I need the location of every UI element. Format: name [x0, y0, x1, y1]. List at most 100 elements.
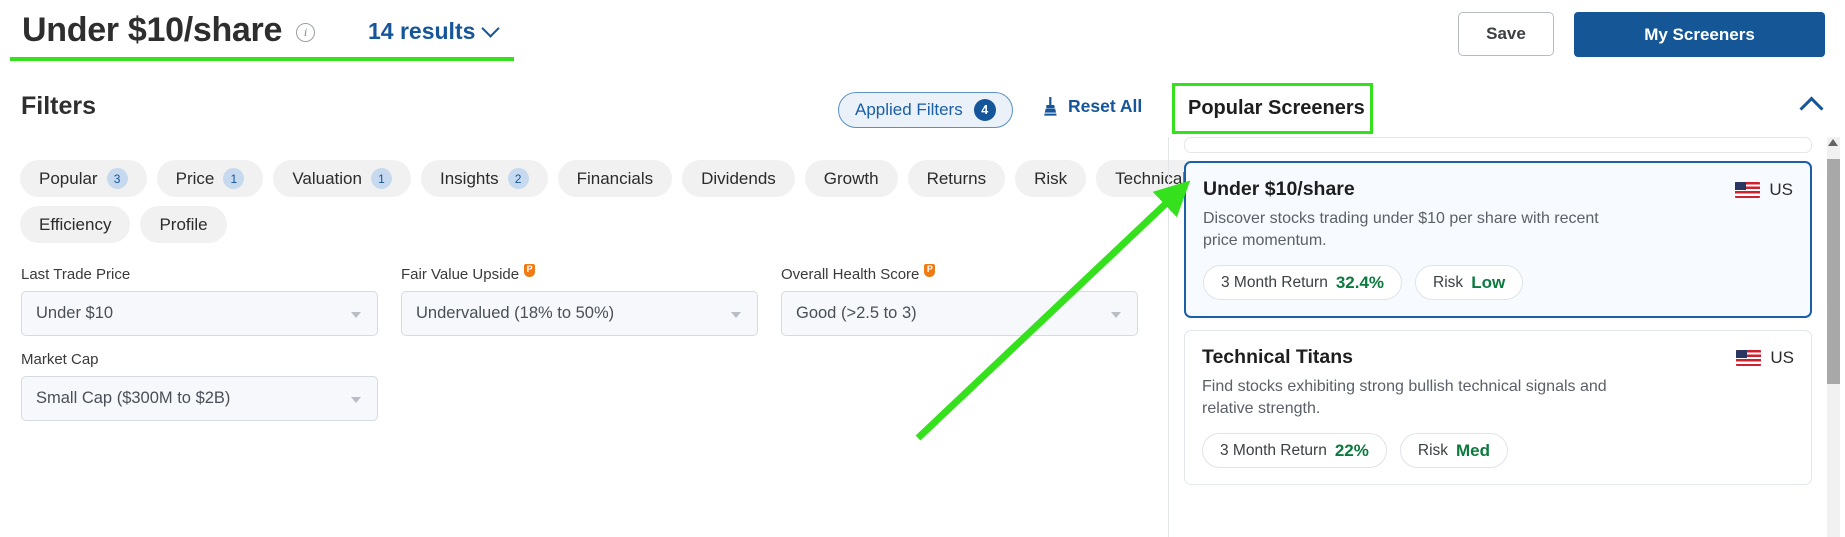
reset-all-button[interactable]: Reset All: [1042, 96, 1142, 117]
filter-pill-efficiency[interactable]: Efficiency: [20, 206, 131, 243]
pill-label: Dividends: [701, 168, 776, 188]
screener-card-under-10-share[interactable]: Under $10/share US Discover stocks tradi…: [1184, 161, 1812, 318]
pill-count: 2: [507, 168, 529, 189]
overall-health-score-select[interactable]: Good (>2.5 to 3): [781, 291, 1138, 336]
scroll-up-arrow-icon[interactable]: [1828, 139, 1838, 146]
field-market-cap: Market Cap Small Cap ($300M to $2B): [21, 350, 378, 421]
filters-heading: Filters: [21, 92, 97, 120]
filter-pill-row: Efficiency Profile: [20, 206, 1160, 243]
scrollbar-thumb[interactable]: [1827, 159, 1840, 384]
filter-pill-price[interactable]: Price 1: [156, 160, 264, 197]
pill-label: Valuation: [292, 168, 362, 188]
reset-all-label: Reset All: [1068, 96, 1143, 116]
fair-value-upside-select[interactable]: Undervalued (18% to 50%): [401, 291, 758, 336]
title-group: Under $10/share i: [22, 8, 316, 52]
filter-pill-financials[interactable]: Financials: [557, 160, 673, 197]
us-flag-icon: [1736, 349, 1762, 366]
pill-count: 1: [370, 168, 392, 189]
filter-fields: Last Trade Price Under $10 Fair Value Up…: [21, 263, 1161, 435]
results-count-dropdown[interactable]: 14 results: [368, 18, 501, 45]
pill-label: Popular: [39, 168, 98, 188]
us-flag-icon: [1735, 181, 1761, 198]
market-cap-select[interactable]: Small Cap ($300M to $2B): [21, 376, 378, 421]
field-label: Fair Value Upside P: [401, 263, 758, 283]
chip-risk: Risk Med: [1399, 433, 1509, 468]
filter-pill-risk[interactable]: Risk: [1015, 160, 1087, 197]
select-value: Under $10: [36, 304, 114, 322]
premium-badge-icon: P: [924, 263, 936, 277]
pill-label: Profile: [159, 214, 208, 234]
filter-pill-profile[interactable]: Profile: [140, 206, 227, 243]
last-trade-price-select[interactable]: Under $10: [21, 291, 378, 336]
page-title: Under $10/share: [22, 11, 283, 49]
caret-down-icon: [731, 312, 741, 318]
pill-label: Risk: [1034, 168, 1068, 188]
card-description: Find stocks exhibiting strong bullish te…: [1202, 378, 1607, 417]
save-button[interactable]: Save: [1458, 12, 1554, 56]
select-value: Good (>2.5 to 3): [796, 304, 917, 322]
card-metric-chips: 3 Month Return 32.4% Risk Low: [1203, 265, 1793, 300]
chip-three-month-return: 3 Month Return 32.4%: [1203, 265, 1403, 300]
applied-filters-label: Applied Filters: [855, 100, 963, 119]
chip-label: 3 Month Return: [1221, 273, 1328, 291]
field-label-text: Market Cap: [21, 350, 99, 368]
filter-pill-returns[interactable]: Returns: [907, 160, 1006, 197]
filter-pill-valuation[interactable]: Valuation 1: [273, 160, 411, 197]
premium-badge-icon: P: [524, 263, 536, 277]
card-header: Under $10/share US: [1203, 178, 1793, 201]
filter-field-row: Last Trade Price Under $10 Fair Value Up…: [21, 263, 1161, 336]
filter-pill-row: Popular 3 Price 1 Valuation 1 Insights 2…: [20, 160, 1206, 197]
field-label-text: Last Trade Price: [21, 265, 131, 283]
field-overall-health-score: Overall Health Score P Good (>2.5 to 3): [781, 263, 1138, 336]
filters-toolbar: Filters Applied Filters 4 Reset All Popu…: [0, 82, 1845, 134]
field-label: Market Cap: [21, 350, 378, 368]
applied-filters-button[interactable]: Applied Filters 4: [838, 92, 1013, 128]
chevron-down-icon: [481, 19, 501, 38]
chip-label: 3 Month Return: [1220, 441, 1327, 459]
popular-screeners-label: Popular Screeners: [1188, 97, 1365, 119]
pill-label: Insights: [439, 168, 499, 188]
pill-label: Efficiency: [39, 214, 112, 234]
card-title: Under $10/share: [1203, 178, 1355, 200]
pill-label: Growth: [823, 168, 879, 188]
filter-field-row: Market Cap Small Cap ($300M to $2B): [21, 350, 1161, 421]
screener-card-technical-titans[interactable]: Technical Titans US Find stocks exhibiti…: [1184, 330, 1812, 485]
pill-label: Returns: [926, 168, 987, 188]
select-value: Undervalued (18% to 50%): [416, 304, 615, 322]
chip-value: 32.4%: [1335, 272, 1385, 292]
filter-pill-dividends[interactable]: Dividends: [682, 160, 795, 197]
card-region: US: [1736, 348, 1794, 368]
card-metric-chips: 3 Month Return 22% Risk Med: [1202, 433, 1794, 468]
flag-canton: [1736, 349, 1748, 359]
page-header: Under $10/share i 14 results Save My Scr…: [0, 0, 1845, 68]
results-count-label: 14 results: [368, 18, 476, 44]
screener-page: Under $10/share i 14 results Save My Scr…: [0, 0, 1845, 537]
title-highlight-underline: [10, 57, 514, 61]
chip-value: Med: [1456, 440, 1491, 460]
chip-value: Low: [1471, 272, 1506, 292]
field-label: Overall Health Score P: [781, 263, 1138, 283]
card-region: US: [1735, 180, 1793, 200]
broom-icon: [1044, 97, 1057, 116]
panel-scrollbar[interactable]: [1827, 137, 1840, 537]
screener-card-partial-top[interactable]: [1184, 137, 1812, 153]
region-label: US: [1769, 179, 1793, 199]
card-title: Technical Titans: [1202, 346, 1353, 368]
popular-screeners-panel: Under $10/share US Discover stocks tradi…: [1172, 137, 1845, 537]
caret-down-icon: [351, 397, 361, 403]
field-fair-value-upside: Fair Value Upside P Undervalued (18% to …: [401, 263, 758, 336]
info-icon[interactable]: i: [296, 22, 316, 42]
flag-canton: [1735, 181, 1747, 191]
select-value: Small Cap ($300M to $2B): [36, 389, 231, 407]
chip-value: 22%: [1334, 440, 1369, 460]
pill-count: 3: [106, 168, 128, 189]
filter-pill-insights[interactable]: Insights 2: [420, 160, 548, 197]
filter-pill-growth[interactable]: Growth: [804, 160, 898, 197]
caret-down-icon: [351, 312, 361, 318]
popular-screeners-header[interactable]: Popular Screeners: [1172, 83, 1373, 134]
my-screeners-button[interactable]: My Screeners: [1574, 12, 1825, 57]
pill-label: Financials: [576, 168, 654, 188]
filter-pill-popular[interactable]: Popular 3: [20, 160, 147, 197]
chevron-up-icon[interactable]: [1799, 96, 1824, 121]
field-label-text: Overall Health Score: [781, 265, 920, 283]
